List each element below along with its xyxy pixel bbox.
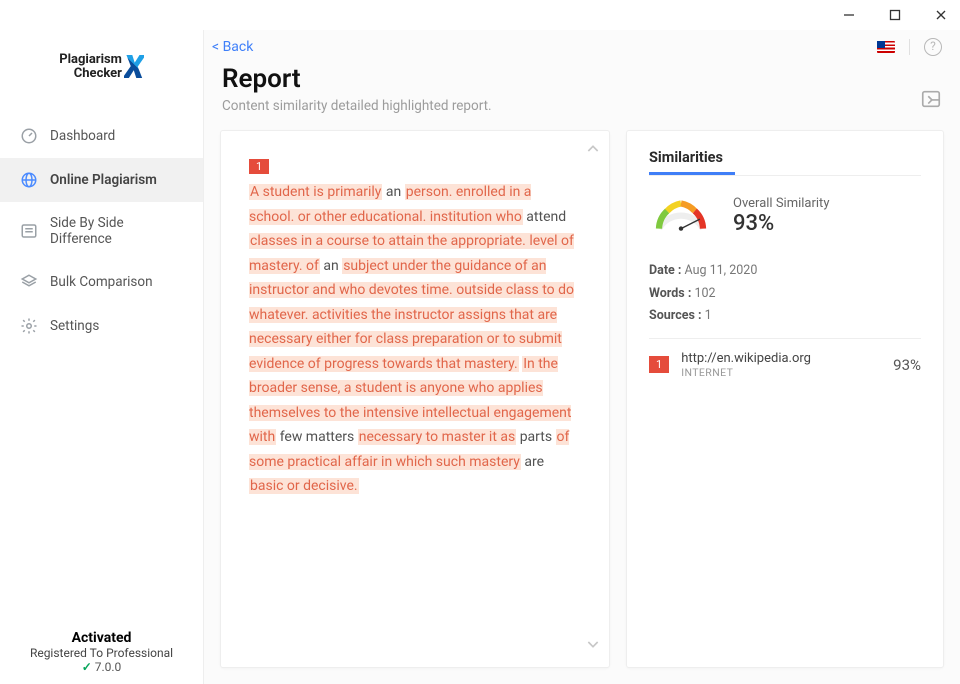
gauge-icon xyxy=(649,194,713,238)
nav-label: Settings xyxy=(50,318,99,334)
plain-segment: attend xyxy=(523,209,566,225)
nav-side-by-side[interactable]: Side By Side Difference xyxy=(0,202,203,260)
plain-segment: an xyxy=(320,258,342,274)
sidebar: Plagiarism Checker X Dashboard Online Pl… xyxy=(0,30,204,684)
chevron-down-icon[interactable] xyxy=(585,636,601,657)
highlighted-segment: necessary to master it as xyxy=(358,429,516,445)
gear-icon xyxy=(20,317,38,335)
nav-label: Side By Side Difference xyxy=(50,215,183,247)
overall-similarity-percent: 93% xyxy=(733,211,829,236)
brand-line1: Plagiarism xyxy=(59,53,122,67)
speedometer-icon xyxy=(20,127,38,145)
export-icon[interactable] xyxy=(920,88,942,114)
overall-similarity-block: Overall Similarity 93% xyxy=(649,194,921,238)
report-text-card: 1 A student is primarily an person. enro… xyxy=(220,130,610,668)
meta-sources-value: 1 xyxy=(705,308,712,323)
license-status: Activated xyxy=(0,630,203,646)
meta-date-label: Date : xyxy=(649,263,681,278)
nav-label: Bulk Comparison xyxy=(50,274,153,290)
brand-mark-icon: X xyxy=(124,48,144,86)
license-version: 7.0.0 xyxy=(95,660,122,674)
window-titlebar xyxy=(0,0,960,30)
nav-bulk-comparison[interactable]: Bulk Comparison xyxy=(0,260,203,304)
brand-line2: Checker xyxy=(59,67,122,81)
license-registration: Registered To Professional xyxy=(0,646,203,660)
source-percent: 93% xyxy=(893,356,921,374)
nav-label: Online Plagiarism xyxy=(50,172,157,188)
nav-online-plagiarism[interactable]: Online Plagiarism xyxy=(0,158,203,202)
check-icon: ✓ xyxy=(82,660,92,674)
nav-settings[interactable]: Settings xyxy=(0,304,203,348)
source-marker-badge: 1 xyxy=(249,159,269,174)
page-title: Report xyxy=(222,64,492,94)
highlighted-segment: basic or decisive. xyxy=(249,478,359,494)
stack-icon xyxy=(20,273,38,291)
main-area: < Back ? Report Content similarity detai… xyxy=(204,30,960,684)
license-footer: Activated Registered To Professional ✓ 7… xyxy=(0,630,203,684)
nav-label: Dashboard xyxy=(50,128,115,144)
meta-sources-label: Sources : xyxy=(649,308,702,323)
brand-logo: Plagiarism Checker X xyxy=(0,34,203,114)
back-link[interactable]: < Back xyxy=(212,39,253,55)
meta-date-value: Aug 11, 2020 xyxy=(685,263,758,278)
vertical-divider xyxy=(909,39,910,55)
globe-icon xyxy=(20,171,38,189)
source-url: http://en.wikipedia.org xyxy=(681,351,881,366)
help-icon[interactable]: ? xyxy=(924,38,942,56)
nav-dashboard[interactable]: Dashboard xyxy=(0,114,203,158)
meta-words-value: 102 xyxy=(694,286,715,301)
report-metadata: Date : Aug 11, 2020 Words : 102 Sources … xyxy=(649,260,921,328)
window-maximize-button[interactable] xyxy=(884,7,906,23)
plain-segment: few matters xyxy=(276,429,358,445)
meta-words-label: Words : xyxy=(649,286,691,301)
plain-segment: are xyxy=(521,454,544,470)
highlighted-segment: A student is primarily xyxy=(249,184,382,200)
source-type: INTERNET xyxy=(681,366,881,379)
source-row[interactable]: 1 http://en.wikipedia.org INTERNET 93% xyxy=(649,351,921,379)
language-flag-icon[interactable] xyxy=(877,41,895,53)
similarities-card: Similarities Overall Similarity xyxy=(626,130,944,668)
overall-similarity-label: Overall Similarity xyxy=(733,196,829,211)
report-text-body: A student is primarily an person. enroll… xyxy=(249,180,577,499)
highlighted-segment: subject under the guidance of an instruc… xyxy=(249,258,574,372)
compare-icon xyxy=(20,222,38,240)
plain-segment: parts xyxy=(516,429,555,445)
page-subtitle: Content similarity detailed highlighted … xyxy=(222,98,492,114)
plain-segment: an xyxy=(382,184,404,200)
window-close-button[interactable] xyxy=(930,7,952,23)
similarities-title: Similarities xyxy=(649,149,921,166)
divider xyxy=(649,175,921,176)
window-minimize-button[interactable] xyxy=(838,7,860,23)
chevron-up-icon[interactable] xyxy=(585,141,601,162)
source-index-badge: 1 xyxy=(649,356,669,373)
